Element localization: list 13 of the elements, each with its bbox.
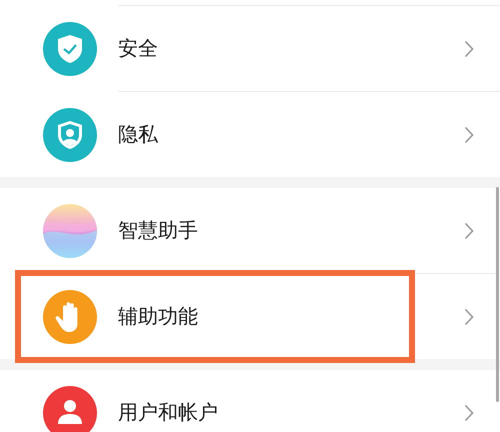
settings-label[interactable]: 智慧助手 — [118, 217, 415, 244]
settings-label[interactable]: 隐私 — [118, 121, 415, 148]
chevron-right-icon — [464, 40, 474, 58]
gradient-orb-icon — [43, 204, 97, 258]
shield-person-icon — [43, 108, 97, 162]
chevron-right-icon — [464, 222, 474, 240]
settings-label[interactable]: 辅助功能 — [118, 303, 409, 330]
chevron-right-icon — [464, 308, 474, 326]
settings-label[interactable]: 安全 — [118, 35, 415, 62]
shield-check-icon — [43, 22, 97, 76]
hand-icon — [43, 290, 97, 344]
chevron-right-icon — [464, 126, 474, 144]
chevron-right-icon — [464, 404, 474, 422]
